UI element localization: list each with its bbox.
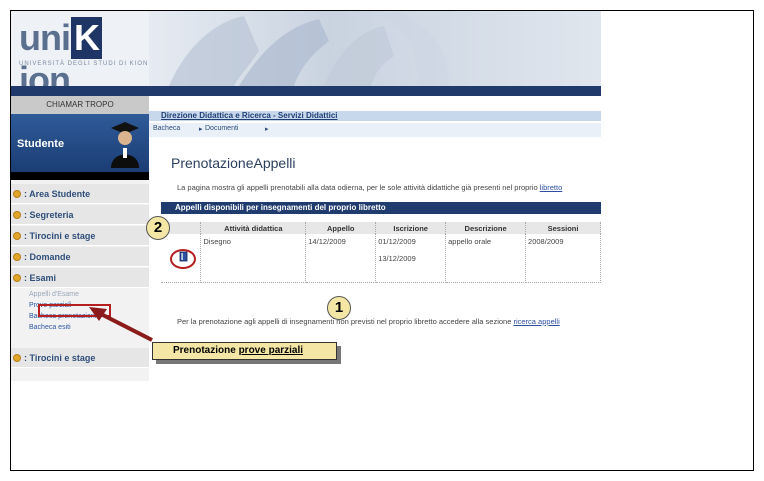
table-cell-appello: 14/12/2009 (305, 234, 377, 283)
table-header: Descrizione (445, 222, 527, 234)
submenu-appelli-esame[interactable]: Appelli d'Esame (25, 289, 147, 300)
menu-bullet-icon (13, 353, 21, 362)
tab-documenti[interactable]: Documenti (205, 125, 238, 132)
page-description: La pagina mostra gli appelli prenotabili… (177, 183, 601, 192)
appelli-table: Attività didattica Appello Iscrizione De… (161, 222, 601, 283)
table-cell-iscrizione: 01/12/2009 13/12/2009 (375, 234, 447, 283)
table-cell-attivita: Disegno (200, 234, 307, 283)
sidebar-item-label: : Tirocini e stage (24, 352, 96, 363)
submenu-bacheca-esiti[interactable]: Bacheca esiti (25, 322, 147, 333)
sidebar-item-label: : Tirocini e stage (24, 230, 96, 241)
logo-subtitle: UNIVERSITÀ DEGLI STUDI DI KION (19, 61, 149, 67)
tab-marker-icon: ▸ (265, 126, 269, 133)
sidebar-item-tirocini[interactable]: : Tirocini e stage (11, 226, 149, 246)
sidebar-item-label: : Esami (24, 272, 57, 283)
header-banner-image (149, 11, 601, 86)
table-header: Attività didattica (200, 222, 307, 234)
graduate-avatar-icon (111, 122, 139, 168)
table-cell-descrizione: appello orale (445, 234, 527, 283)
iscrizione-end: 13/12/2009 (378, 254, 416, 263)
highlight-ring (170, 249, 196, 269)
callout-link-text: prove parziali (238, 345, 304, 356)
page-description-text: La pagina mostra gli appelli prenotabili… (177, 183, 538, 192)
sidebar-item-segreteria[interactable]: : Segreteria (11, 205, 149, 225)
breadcrumb[interactable]: Direzione Didattica e Ricerca - Servizi … (161, 111, 338, 120)
sidebar-item-label: : Area Studente (24, 188, 91, 199)
prove-parziali-highlight (38, 304, 111, 317)
section-title: Appelli disponibili per insegnamenti del… (175, 203, 386, 212)
student-panel: Studente (11, 114, 149, 172)
sidebar-item-esami[interactable]: : Esami (11, 268, 149, 288)
sidebar-top-label: CHIAMAR TROPO (11, 96, 149, 114)
page-title: PrenotazioneAppelli (171, 155, 296, 171)
menu-bullet-icon (13, 189, 21, 198)
table-header-row: Attività didattica Appello Iscrizione De… (161, 222, 601, 234)
menu-bullet-icon (13, 273, 21, 282)
libretto-link[interactable]: libretto (540, 183, 563, 192)
sidebar-item-label: : Segreteria (24, 209, 74, 220)
sidebar-item-domande[interactable]: : Domande (11, 247, 149, 267)
tab-bar: Bacheca ▸ Documenti ▸ (149, 123, 601, 137)
table-row: Disegno 14/12/2009 01/12/2009 13/12/2009… (161, 234, 601, 283)
menu-bullet-icon (13, 252, 21, 261)
ricerca-appelli-link[interactable]: ricerca appelli (513, 317, 559, 326)
step-1-badge: 1 (327, 296, 351, 320)
student-label: Studente (17, 138, 65, 150)
table-header: Sessioni (525, 222, 601, 234)
top-nav-bar (11, 86, 601, 96)
web-page: uni Kion UNIVERSITÀ DEGLI STUDI DI KION C… (11, 11, 601, 381)
callout-box: Prenotazione prove parziali (152, 342, 337, 360)
tab-bacheca[interactable]: Bacheca (153, 125, 180, 132)
tab-documenti-marker-icon: ▸ (199, 126, 203, 133)
menu-bullet-icon (13, 231, 21, 240)
sidebar-item-label: : Domande (24, 251, 71, 262)
sidebar-item-area-studente[interactable]: : Area Studente (11, 184, 149, 204)
step-2-badge: 2 (146, 216, 170, 240)
callout-text: Prenotazione (173, 345, 236, 356)
table-header: Iscrizione (375, 222, 447, 234)
table-header: Appello (305, 222, 377, 234)
logo[interactable]: uni Kion UNIVERSITÀ DEGLI STUDI DI KION (11, 11, 149, 100)
sidebar-item-tirocini-2[interactable]: : Tirocini e stage (11, 348, 149, 368)
screenshot-frame: uni Kion UNIVERSITÀ DEGLI STUDI DI KION C… (10, 10, 754, 471)
sidebar-divider (11, 172, 149, 180)
menu-bullet-icon (13, 210, 21, 219)
site-header: uni Kion UNIVERSITÀ DEGLI STUDI DI KION (11, 11, 601, 100)
iscrizione-start: 01/12/2009 (378, 237, 416, 246)
table-cell-sessioni: 2008/2009 (525, 234, 601, 283)
footer-note: Per la prenotazione agli appelli di inse… (177, 317, 601, 326)
